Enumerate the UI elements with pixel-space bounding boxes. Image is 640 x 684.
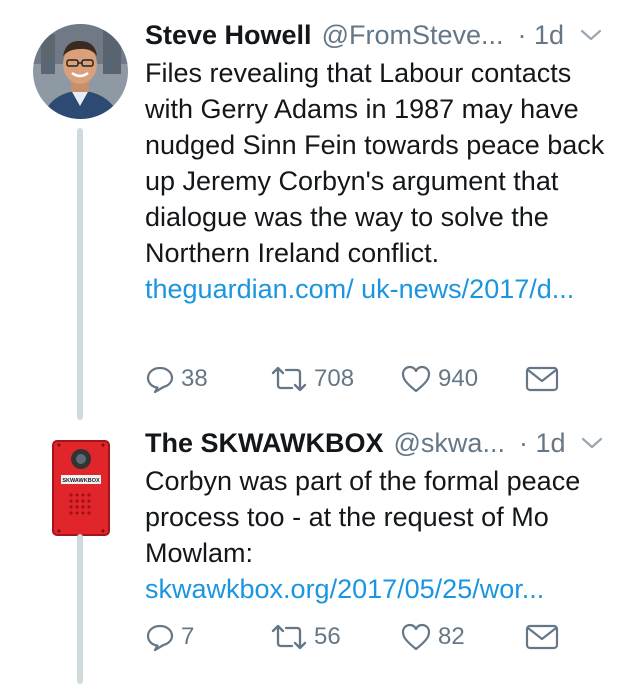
tweet-text: Corbyn was part of the formal peace proc…	[145, 463, 620, 607]
display-name[interactable]: The SKWAWKBOX	[145, 424, 384, 462]
retweet-count: 708	[314, 365, 355, 392]
tweet-text: Files revealing that Labour contacts wit…	[145, 55, 620, 307]
retweet-count: 56	[314, 623, 341, 650]
direct-message-button[interactable]	[525, 623, 559, 651]
tweet-actions: 7 56 82	[145, 622, 559, 652]
tweet-body: Files revealing that Labour contacts wit…	[145, 58, 605, 268]
like-icon	[401, 623, 431, 651]
skwawkbox-logo-text: SKWAWKBOX	[62, 478, 100, 484]
retweet-icon	[271, 366, 307, 392]
tweet-header: The SKWAWKBOX @skwa... · 1d	[145, 424, 620, 462]
profile-photo	[33, 24, 128, 119]
like-icon	[401, 365, 431, 393]
thread-line	[77, 128, 83, 420]
tweet-content: The SKWAWKBOX @skwa... · 1d Corbyn was p…	[145, 424, 620, 607]
thread-line	[77, 534, 83, 684]
direct-message-icon	[525, 624, 559, 650]
tweet-link[interactable]: skwawkbox.org/2017/05/25/wor...	[145, 574, 544, 604]
user-handle[interactable]: @skwa...	[394, 424, 505, 462]
like-count: 940	[438, 365, 479, 392]
skwawkbox-logo: SKWAWKBOX	[52, 440, 110, 536]
tweet-body: Corbyn was part of the formal peace proc…	[145, 466, 581, 568]
reply-button[interactable]: 7	[145, 622, 270, 652]
avatar[interactable]	[33, 24, 128, 119]
retweet-button[interactable]: 708	[270, 364, 400, 394]
reply-button[interactable]: 38	[145, 364, 270, 394]
like-count: 82	[438, 623, 465, 650]
timeline: Steve Howell @FromSteve... · 1d Files re…	[0, 0, 640, 684]
chevron-down-icon[interactable]	[581, 436, 603, 450]
direct-message-icon	[525, 366, 559, 392]
tweet[interactable]: SKWAWKBOX The SKWAWKBOX @skwa... · 1d Co…	[0, 420, 640, 684]
tweet[interactable]: Steve Howell @FromSteve... · 1d Files re…	[0, 0, 640, 420]
tweet-header: Steve Howell @FromSteve... · 1d	[145, 16, 620, 54]
avatar[interactable]: SKWAWKBOX	[35, 435, 127, 545]
retweet-button[interactable]: 56	[270, 622, 400, 652]
reply-count: 7	[181, 623, 195, 650]
tweet-actions: 38 708 940	[145, 364, 559, 394]
direct-message-button[interactable]	[525, 365, 559, 393]
reply-count: 38	[181, 365, 208, 392]
display-name[interactable]: Steve Howell	[145, 16, 312, 54]
reply-icon	[146, 624, 174, 652]
timestamp[interactable]: · 1d	[519, 424, 566, 462]
tweet-link[interactable]: theguardian.com/ uk-news/2017/d...	[145, 274, 574, 304]
like-button[interactable]: 82	[400, 622, 525, 652]
tweet-content: Steve Howell @FromSteve... · 1d Files re…	[145, 16, 620, 307]
reply-icon	[146, 366, 174, 394]
user-handle[interactable]: @FromSteve...	[322, 16, 504, 54]
retweet-icon	[271, 624, 307, 650]
chevron-down-icon[interactable]	[580, 28, 602, 42]
like-button[interactable]: 940	[400, 364, 525, 394]
timestamp[interactable]: · 1d	[518, 16, 565, 54]
